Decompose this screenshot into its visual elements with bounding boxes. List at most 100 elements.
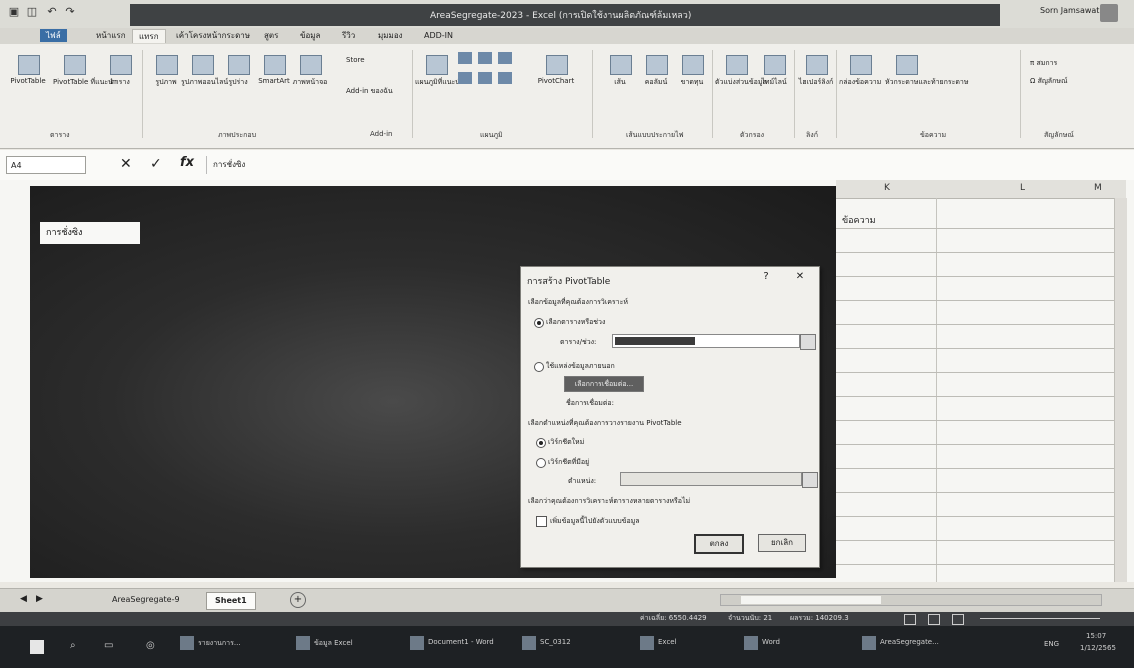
redo-icon[interactable]: ↷ [64, 6, 76, 18]
taskbar-item-4[interactable]: SC_0312 [540, 638, 571, 646]
excel-taskbar-icon[interactable] [640, 636, 654, 650]
header-footer-button[interactable]: หัวกระดาษและท้ายกระดาษ [885, 52, 968, 86]
radio-new-worksheet[interactable] [536, 438, 546, 448]
enter-icon[interactable]: ✓ [150, 156, 162, 172]
smartart-button[interactable]: SmartArt [258, 52, 290, 85]
clock-time[interactable]: 15:07 [1086, 632, 1106, 640]
taskbar-item-5[interactable]: Excel [658, 638, 677, 646]
cell-k1[interactable]: ข้อความ [842, 213, 876, 227]
prev-sheet-icon[interactable]: ◀ [20, 594, 27, 604]
ok-button[interactable]: ตกลง [694, 534, 744, 554]
taskbar-item-7[interactable]: AreaSegregate... [880, 638, 939, 646]
excel-taskbar-icon[interactable] [296, 636, 310, 650]
textbox-button[interactable]: กล่องข้อความ [839, 52, 881, 86]
sparkline-winloss-button[interactable]: ขาดทุน [676, 52, 708, 86]
taskbar-item-2[interactable]: ข้อมูล Excel [314, 638, 353, 649]
tab-data[interactable]: ข้อมูล [294, 29, 326, 42]
column-chart-icon[interactable] [458, 52, 472, 64]
slicer-button[interactable]: ตัวแบ่งส่วนข้อมูล [715, 52, 767, 86]
sheet-tab-areasegregate[interactable]: AreaSegregate-9 [104, 592, 188, 608]
hyperlink-button[interactable]: ไฮเปอร์ลิงก์ [799, 52, 833, 86]
symbol-button[interactable]: Ω สัญลักษณ์ [1030, 76, 1067, 87]
timeline-button[interactable]: ไทม์ไลน์ [758, 52, 790, 86]
task-view-icon[interactable]: ▭ [104, 640, 113, 651]
avatar[interactable] [1100, 4, 1118, 22]
tab-insert[interactable]: แทรก [132, 29, 166, 43]
normal-view-icon[interactable] [904, 614, 916, 625]
line-chart-icon[interactable] [498, 52, 512, 64]
taskbar-item-1[interactable]: รายงานการ... [198, 638, 241, 649]
page-break-view-icon[interactable] [952, 614, 964, 625]
excel-taskbar-icon[interactable] [180, 636, 194, 650]
data-model-checkbox[interactable] [536, 516, 547, 527]
column-header-k[interactable]: K [884, 183, 890, 193]
word-taskbar-icon[interactable] [744, 636, 758, 650]
table-button[interactable]: ตาราง [104, 52, 136, 86]
vertical-scrollbar[interactable] [1114, 198, 1127, 582]
my-addins-button[interactable]: Add-in ของฉัน [346, 86, 393, 97]
range-input[interactable] [612, 334, 800, 348]
save-icon[interactable]: ▣ [8, 6, 20, 18]
radio-external-source[interactable] [534, 362, 544, 372]
search-icon[interactable]: ⌕ [70, 640, 76, 651]
undo-icon[interactable]: ↶ [46, 6, 58, 18]
radio-select-table[interactable] [534, 318, 544, 328]
radio-existing-worksheet[interactable] [536, 458, 546, 468]
pivotchart-button[interactable]: PivotChart [538, 52, 574, 85]
page-layout-view-icon[interactable] [928, 614, 940, 625]
horizontal-scrollbar[interactable] [720, 594, 1102, 606]
tab-review[interactable]: รีวิว [336, 29, 361, 42]
tab-home[interactable]: หน้าแรก [90, 29, 132, 42]
store-button[interactable]: Store [346, 56, 365, 64]
location-input[interactable] [620, 472, 802, 486]
tab-view[interactable]: มุมมอง [372, 29, 409, 42]
column-header-m[interactable]: M [1094, 183, 1102, 193]
equation-button[interactable]: π สมการ [1030, 58, 1057, 69]
bar-chart-icon[interactable] [478, 52, 492, 64]
name-box[interactable]: A4 [6, 156, 86, 174]
location-picker-icon[interactable] [802, 472, 818, 488]
formula-input[interactable]: การชั่งซิง [206, 156, 1124, 174]
tab-file[interactable]: ไฟล์ [40, 29, 67, 42]
column-header-l[interactable]: L [1020, 183, 1025, 193]
tab-formulas[interactable]: สูตร [258, 29, 284, 42]
next-sheet-icon[interactable]: ▶ [36, 594, 43, 604]
scatter-chart-icon[interactable] [498, 72, 512, 84]
recommended-pivot-button[interactable]: PivotTable ที่แนะนำ [53, 52, 117, 86]
cell-text-box[interactable]: การชั่งซิง [40, 222, 140, 244]
tab-addin[interactable]: ADD-IN [418, 29, 459, 42]
cancel-button[interactable]: ยกเลิก [758, 534, 806, 552]
help-icon[interactable]: ? [758, 270, 774, 284]
sparkline-column-button[interactable]: คอลัมน์ [640, 52, 672, 86]
taskbar-item-6[interactable]: Word [762, 638, 780, 646]
range-picker-icon[interactable] [800, 334, 816, 350]
picture-button[interactable]: รูปภาพ [150, 52, 182, 86]
insert-function-icon[interactable]: fx [180, 155, 194, 170]
zoom-slider[interactable] [980, 618, 1100, 619]
cancel-icon[interactable]: ✕ [120, 156, 132, 172]
tab-page-layout[interactable]: เค้าโครงหน้ากระดาษ [170, 29, 256, 42]
browser-icon[interactable]: ◎ [146, 640, 155, 651]
choose-connection-button[interactable]: เลือกการเชื่อมต่อ... [564, 376, 644, 392]
windows-start-icon[interactable] [30, 640, 44, 654]
excel-taskbar-icon[interactable] [862, 636, 876, 650]
chart-types-gallery[interactable] [458, 52, 528, 112]
shapes-button[interactable]: รูปร่าง [222, 52, 254, 86]
pivottable-button[interactable]: PivotTable [10, 52, 46, 85]
close-icon[interactable]: ✕ [792, 270, 808, 284]
area-chart-icon[interactable] [478, 72, 492, 84]
online-picture-button[interactable]: รูปภาพออนไลน์ [181, 52, 228, 86]
screenshot-button[interactable]: ภาพหน้าจอ [293, 52, 327, 86]
autosave-icon[interactable]: ◫ [26, 6, 38, 18]
add-sheet-icon[interactable]: + [290, 592, 306, 608]
scroll-thumb[interactable] [741, 596, 881, 604]
sheet-tab-sheet1[interactable]: Sheet1 [206, 592, 256, 610]
photo-taskbar-icon[interactable] [522, 636, 536, 650]
word-taskbar-icon[interactable] [410, 636, 424, 650]
recommended-chart-button[interactable]: แผนภูมิที่แนะนำ [415, 52, 464, 86]
language-indicator[interactable]: ENG [1044, 640, 1059, 648]
pie-chart-icon[interactable] [458, 72, 472, 84]
sparkline-line-button[interactable]: เส้น [604, 52, 636, 86]
taskbar-item-3[interactable]: Document1 - Word [428, 638, 494, 646]
clock-date[interactable]: 1/12/2565 [1080, 644, 1116, 652]
